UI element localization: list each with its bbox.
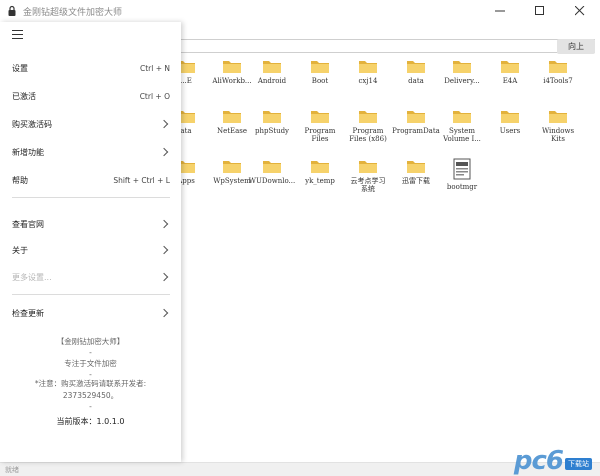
folder-icon <box>453 111 471 123</box>
chevron-right-icon <box>159 308 169 318</box>
chevron-right-icon <box>159 245 169 255</box>
chevron-right-icon <box>159 272 169 282</box>
folder-icon <box>407 61 425 73</box>
chevron-right-icon <box>159 219 169 229</box>
site-watermark: pc6 下载站 <box>514 448 592 474</box>
folder-icon <box>311 111 329 123</box>
folder-icon <box>359 111 377 123</box>
status-bar: 就绪 <box>0 462 600 476</box>
menu-divider <box>12 294 170 295</box>
contact-text: 2373529450。 <box>62 391 119 400</box>
file-name: Windows Kits <box>541 127 575 143</box>
menu-item-help[interactable]: 帮助 Shift + Ctrl + L <box>0 169 181 191</box>
menu-label: 更多设置... <box>12 272 52 282</box>
watermark-badge: 下载站 <box>565 458 592 470</box>
chevron-right-icon <box>159 119 169 129</box>
title-bar: 金刚钻超级文件加密大师 <box>0 0 600 22</box>
folder-icon <box>311 161 329 173</box>
minimize-button[interactable] <box>480 0 520 22</box>
tagline-text: 专注于文件加密 <box>64 359 117 368</box>
folder-icon <box>263 61 281 73</box>
folder-icon <box>501 111 519 123</box>
maximize-button[interactable] <box>520 0 560 22</box>
up-button[interactable]: 向上 <box>557 39 595 54</box>
close-icon <box>575 6 585 16</box>
folder-icon <box>263 161 281 173</box>
path-field[interactable] <box>150 39 595 53</box>
menu-label: 设置 <box>12 63 28 73</box>
close-button[interactable] <box>560 0 600 22</box>
app-icon <box>5 4 19 18</box>
notice-text: *注意：购买激活码请联系开发者: <box>34 379 147 388</box>
folder-icon <box>501 61 519 73</box>
maximize-icon <box>535 6 544 15</box>
folder-icon <box>263 111 281 123</box>
menu-shortcut: Ctrl + O <box>139 91 170 101</box>
menu-item-website[interactable]: 查看官网 <box>0 213 181 235</box>
menu-label: 检查更新 <box>12 308 44 318</box>
menu-label: 购买激活码 <box>12 119 52 129</box>
file-icon <box>453 158 471 180</box>
folder-item[interactable]: Windows Kits <box>530 108 586 143</box>
minimize-icon <box>495 10 505 12</box>
menu-shortcut: Ctrl + N <box>139 63 170 73</box>
menu-item-check-update[interactable]: 检查更新 <box>0 302 181 324</box>
window-title: 金刚钻超级文件加密大师 <box>23 7 123 18</box>
file-item[interactable]: bootmgr <box>434 158 490 191</box>
menu-item-buy-code[interactable]: 购买激活码 <box>0 113 181 135</box>
folder-icon <box>223 111 241 123</box>
side-menu: 设置 Ctrl + N 已激活 Ctrl + O 购买激活码 新增功能 帮助 S… <box>0 22 181 462</box>
folder-icon <box>223 61 241 73</box>
menu-label: 关于 <box>12 245 28 255</box>
status-text: 就绪 <box>5 466 19 474</box>
brand-text: 【金刚钻加密大师】 <box>56 337 125 346</box>
info-dash: - <box>89 402 92 411</box>
chevron-right-icon <box>159 147 169 157</box>
menu-label: 已激活 <box>12 91 36 101</box>
folder-item[interactable]: i4Tools7 <box>530 58 586 85</box>
menu-label: 查看官网 <box>12 219 44 229</box>
folder-icon <box>407 161 425 173</box>
info-dash: - <box>89 348 92 357</box>
watermark-logo: pc6 <box>513 446 564 476</box>
folder-icon <box>453 61 471 73</box>
version-text: 当前版本：1.0.1.0 <box>56 417 125 426</box>
menu-divider <box>12 197 170 198</box>
hamburger-menu-icon[interactable] <box>12 30 24 40</box>
folder-icon <box>311 61 329 73</box>
menu-item-new-features[interactable]: 新增功能 <box>0 141 181 163</box>
menu-label: 帮助 <box>12 175 28 185</box>
folder-icon <box>407 111 425 123</box>
menu-item-more-settings: 更多设置... <box>0 266 181 288</box>
menu-item-activated[interactable]: 已激活 Ctrl + O <box>0 85 181 107</box>
folder-icon <box>359 161 377 173</box>
folder-icon <box>223 161 241 173</box>
folder-icon <box>549 61 567 73</box>
menu-item-about[interactable]: 关于 <box>0 239 181 261</box>
menu-item-settings[interactable]: 设置 Ctrl + N <box>0 57 181 79</box>
menu-label: 新增功能 <box>12 147 44 157</box>
menu-shortcut: Shift + Ctrl + L <box>113 175 170 185</box>
folder-icon <box>359 61 377 73</box>
file-name: i4Tools7 <box>543 77 573 85</box>
file-name: bootmgr <box>446 183 478 191</box>
folder-icon <box>549 111 567 123</box>
